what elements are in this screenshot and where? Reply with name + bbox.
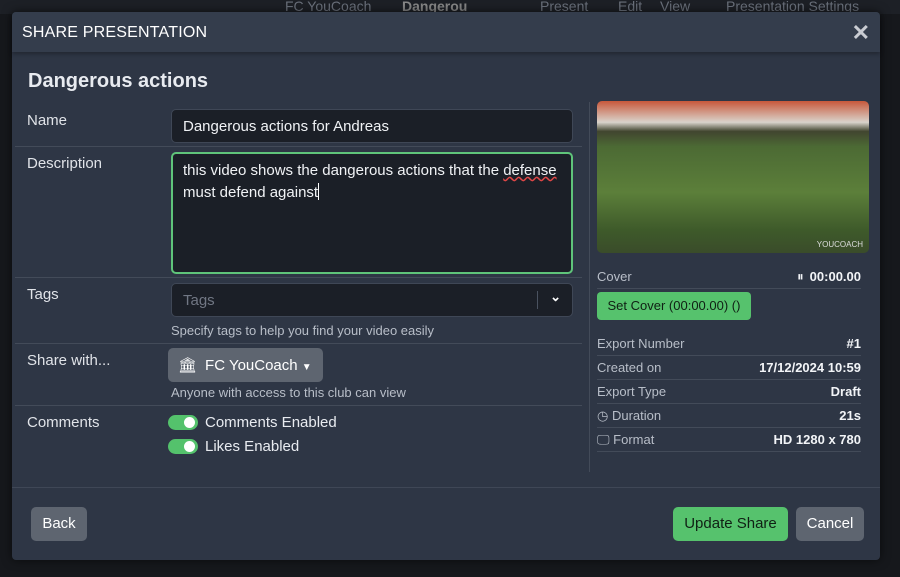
tags-row: Tags Tags ⌄ Specify tags to help you fin… [15,278,582,344]
detail-label: Export Number [597,336,685,351]
comments-toggle[interactable] [168,415,198,430]
pause-icon: ⏸ [797,269,804,284]
update-share-button[interactable]: Update Share [673,507,788,541]
detail-value: 17/12/2024 10:59 [759,360,861,375]
text-caret [318,183,320,200]
comments-label: Comments [27,414,100,431]
share-presentation-modal: SHARE PRESENTATION ✕ Dangerous actions N… [12,12,880,560]
club-name: FC YouCoach [205,357,298,374]
tags-select[interactable]: Tags ⌄ [171,283,573,317]
watermark: YOUCOACH [816,240,863,249]
tags-placeholder: Tags [183,292,215,309]
name-input[interactable]: Dangerous actions for Andreas [171,109,573,143]
presentation-heading: Dangerous actions [28,70,209,92]
bank-icon: 🏛 [178,357,198,374]
cover-time-value: 00:00.00 [809,269,861,284]
comments-toggle-label: Comments Enabled [205,414,337,431]
detail-label: Format [613,432,655,447]
detail-label: Created on [597,360,662,375]
misspelled-word: defense [503,162,557,179]
detail-row: 🖵 Format HD 1280 x 780 [597,428,861,452]
description-row: Description this video shows the dangero… [15,147,582,278]
cover-row: Cover ⏸ 00:00.00 [597,265,861,289]
share-club-dropdown[interactable]: 🏛 FC YouCoach ▼ [168,348,323,382]
modal-title: SHARE PRESENTATION [22,24,208,41]
detail-row: Export Type Draft [597,380,861,404]
caret-down-icon: ▼ [301,362,312,373]
description-text: this video shows the dangerous actions t… [183,162,504,179]
detail-value: Draft [830,384,861,399]
detail-row: ◷ Duration 21s [597,404,861,428]
cover-label: Cover [597,269,632,284]
name-label: Name [27,112,68,129]
description-text-end: must defend against [183,184,319,201]
name-row: Name Dangerous actions for Andreas [15,108,582,147]
share-help: Anyone with access to this club can view [171,385,406,400]
cancel-button[interactable]: Cancel [796,507,864,541]
cover-time: ⏸ 00:00.00 [797,269,861,285]
likes-toggle[interactable] [168,439,198,454]
description-label: Description [27,155,103,172]
share-label: Share with... [27,352,111,369]
set-cover-button[interactable]: Set Cover (00:00.00) () [597,292,751,320]
close-icon[interactable]: ✕ [852,20,870,46]
monitor-icon: 🖵 [597,432,614,447]
chevron-down-icon[interactable]: ⌄ [550,289,561,305]
detail-value: HD 1280 x 780 [773,432,861,447]
clock-icon: ◷ [597,408,612,423]
tags-help: Specify tags to help you find your video… [171,323,435,338]
column-divider [589,102,590,472]
detail-row: Created on 17/12/2024 10:59 [597,356,861,380]
footer-divider [12,487,880,488]
modal-header: SHARE PRESENTATION ✕ [12,12,880,52]
likes-toggle-label: Likes Enabled [205,438,300,455]
back-button[interactable]: Back [31,507,87,541]
detail-row: Export Number #1 [597,332,861,356]
detail-label: Duration [611,408,662,423]
detail-value: #1 [846,336,861,351]
detail-value: 21s [839,408,861,423]
tags-label: Tags [27,286,59,303]
video-thumbnail[interactable]: YOUCOACH [597,101,869,253]
description-textarea[interactable]: this video shows the dangerous actions t… [171,152,573,274]
detail-label: Export Type [597,384,667,399]
select-divider [537,291,538,309]
